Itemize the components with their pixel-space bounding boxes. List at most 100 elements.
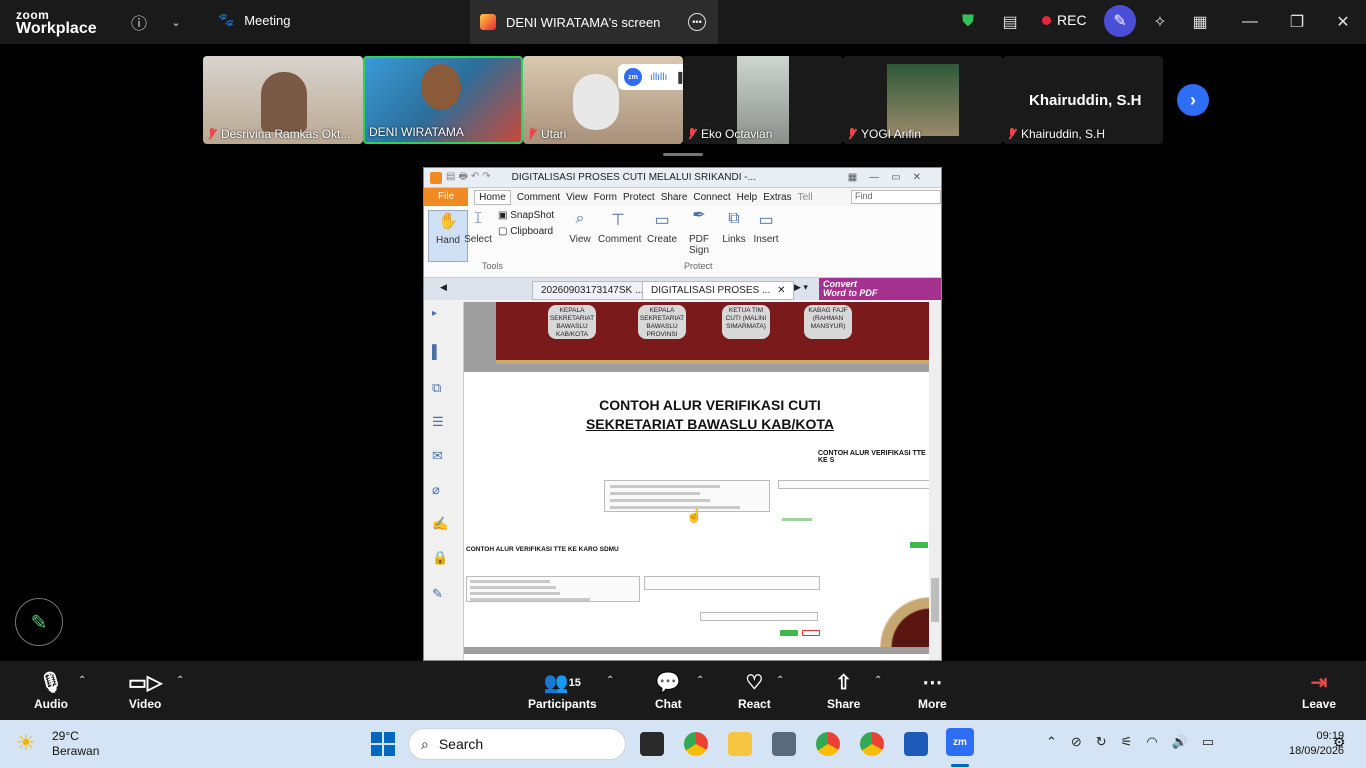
comment-button[interactable]: ⊤ Comment bbox=[598, 210, 641, 245]
chrome-profile-icon[interactable] bbox=[816, 732, 840, 756]
convert-word-to-pdf-banner[interactable]: Convert Word to PDF bbox=[819, 278, 941, 300]
pdf-sign-button[interactable]: ✒ PDF Sign bbox=[679, 208, 719, 257]
tell-label[interactable]: Tell bbox=[798, 192, 813, 203]
signature-icon[interactable]: ✍ bbox=[432, 516, 448, 531]
panel-expand-icon[interactable]: ▸ bbox=[432, 308, 448, 322]
security-lock-icon[interactable]: 🔒 bbox=[432, 550, 448, 565]
audio-button[interactable]: 🎙 Audio bbox=[34, 671, 68, 711]
strip-resize-handle[interactable] bbox=[663, 153, 703, 156]
annotate-pen-button[interactable]: ✎ bbox=[15, 598, 63, 646]
clipboard-button[interactable]: ▢ Clipboard bbox=[498, 226, 553, 237]
system-tray-icons[interactable]: ⌃⊘↻⚟◠🔊▭ bbox=[1046, 734, 1228, 750]
chevron-down-icon[interactable]: ⌄ bbox=[164, 10, 188, 34]
attachment-icon[interactable]: ⌀ bbox=[432, 482, 448, 497]
chrome-icon[interactable] bbox=[684, 732, 708, 756]
heart-icon: ♡ bbox=[745, 672, 764, 694]
participants-options-chevron-icon[interactable]: ⌃ bbox=[606, 675, 614, 686]
tab-scroll-left-icon[interactable]: ◀ bbox=[440, 282, 447, 293]
menu-connect[interactable]: Connect bbox=[693, 192, 730, 203]
notes-icon[interactable]: ▤ bbox=[998, 10, 1022, 34]
tab-scroll-right-icon[interactable]: ▶ ▾ bbox=[794, 282, 808, 293]
presenter-app-icon bbox=[480, 14, 496, 30]
taskbar-search-box[interactable]: ⌕ Search bbox=[408, 728, 626, 760]
pages-icon[interactable]: ⧉ bbox=[432, 380, 448, 395]
tab-document-2[interactable]: DIGITALISASI PROSES ... ✕ bbox=[642, 281, 795, 300]
weather-widget[interactable]: 29°C Berawan bbox=[52, 729, 99, 759]
window-controls-icon[interactable]: ▦—▭✕ bbox=[848, 172, 933, 183]
vertical-scrollbar[interactable] bbox=[929, 302, 941, 660]
next-page-arrow-icon[interactable]: › bbox=[1177, 84, 1209, 116]
more-options-icon[interactable]: ••• bbox=[688, 13, 706, 31]
participant-tile[interactable]: Khairuddin, S.H Khairuddin, S.H bbox=[1003, 56, 1163, 144]
grid-view-icon[interactable]: ▦ bbox=[1188, 10, 1212, 34]
shield-check-icon[interactable]: ⛊ bbox=[956, 10, 980, 34]
notification-icon[interactable]: ⚙ bbox=[1333, 734, 1346, 751]
audio-options-chevron-icon[interactable]: ⌃ bbox=[78, 675, 86, 686]
participant-tile[interactable]: Desrivina Ramkas Okt... bbox=[203, 56, 363, 144]
create-button[interactable]: ▭ Create bbox=[642, 210, 682, 245]
more-button[interactable]: ⋯ More bbox=[918, 671, 947, 711]
close-icon[interactable]: ✕ bbox=[1331, 10, 1355, 34]
file-explorer-icon[interactable] bbox=[728, 732, 752, 756]
windows-start-icon[interactable] bbox=[371, 732, 395, 756]
chat-button[interactable]: 💬 Chat bbox=[655, 671, 682, 711]
tab-document-1[interactable]: 20260903173147SK ... bbox=[532, 281, 653, 300]
menu-share[interactable]: Share bbox=[661, 192, 688, 203]
select-tool-button[interactable]: 𝙸 Select bbox=[458, 210, 498, 245]
participant-video bbox=[887, 64, 959, 136]
find-input[interactable]: Find bbox=[851, 190, 941, 204]
menu-extras[interactable]: Extras bbox=[763, 192, 791, 203]
tab-close-icon[interactable]: ✕ bbox=[777, 285, 785, 296]
participant-tile[interactable]: YOGI Arifin bbox=[843, 56, 1003, 144]
react-button[interactable]: ♡ React bbox=[738, 671, 771, 711]
word-icon[interactable] bbox=[904, 732, 928, 756]
meeting-button[interactable]: 🐾 Meeting bbox=[218, 12, 290, 28]
menu-home[interactable]: Home bbox=[474, 189, 511, 205]
share-button[interactable]: ⇧ Share bbox=[827, 671, 860, 711]
layers-icon[interactable]: ☰ bbox=[432, 414, 448, 429]
section-title: CONTOH ALUR VERIFIKASI TTE KE KARO SDMU bbox=[466, 546, 619, 553]
participant-name: Utari bbox=[541, 127, 567, 141]
menu-file[interactable]: File bbox=[424, 188, 469, 206]
insert-button[interactable]: ▭ Insert bbox=[746, 210, 786, 245]
edit-tools-icon[interactable]: ✎ bbox=[432, 586, 448, 601]
menu-protect[interactable]: Protect bbox=[623, 192, 655, 203]
share-screen-icon: ⇧ bbox=[835, 672, 853, 694]
mic-muted-icon bbox=[847, 128, 857, 140]
restore-icon[interactable]: ❐ bbox=[1285, 10, 1309, 34]
chrome-profile-2-icon[interactable] bbox=[860, 732, 884, 756]
view-button[interactable]: ⌕ View bbox=[560, 210, 600, 245]
react-options-chevron-icon[interactable]: ⌃ bbox=[776, 675, 784, 686]
bookmark-icon[interactable]: ▌ bbox=[432, 344, 448, 359]
comments-icon[interactable]: ✉ bbox=[432, 448, 448, 463]
shared-screen-tab[interactable]: DENI WIRATAMA's screen ••• bbox=[470, 0, 718, 44]
participant-tile-active-speaker[interactable]: DENI WIRATAMA bbox=[363, 56, 523, 144]
snapshot-button[interactable]: ▣ SnapShot bbox=[498, 210, 554, 221]
menu-form[interactable]: Form bbox=[594, 192, 617, 203]
menu-comment[interactable]: Comment bbox=[517, 192, 560, 203]
participants-button[interactable]: 👥15 Participants bbox=[528, 671, 597, 711]
recording-indicator[interactable]: REC bbox=[1042, 12, 1087, 28]
ai-companion-icon[interactable]: ✎ bbox=[1104, 5, 1136, 37]
info-icon[interactable]: ⓘ bbox=[127, 10, 151, 34]
pdf-document-area[interactable]: KEPALA SEKRETARIAT BAWASLU KAB/KOTA KEPA… bbox=[464, 302, 930, 660]
scrollbar-thumb[interactable] bbox=[931, 578, 939, 622]
chat-options-chevron-icon[interactable]: ⌃ bbox=[696, 675, 704, 686]
menu-view[interactable]: View bbox=[566, 192, 588, 203]
weather-sun-icon[interactable]: ☀ bbox=[16, 730, 36, 756]
quick-access-icons[interactable]: ▤🖶↶↷ bbox=[446, 169, 494, 186]
sparkle-icon[interactable]: ✧ bbox=[1148, 10, 1172, 34]
video-options-chevron-icon[interactable]: ⌃ bbox=[176, 675, 184, 686]
flow-box: KETUA TIM CUTI (MALINI SIMARMATA) bbox=[722, 305, 770, 339]
leave-button[interactable]: ⇥ Leave bbox=[1302, 671, 1336, 711]
participant-tile[interactable]: Eko Octavian bbox=[683, 56, 843, 144]
share-options-chevron-icon[interactable]: ⌃ bbox=[874, 675, 882, 686]
section-title: CONTOH ALUR VERIFIKASI TTE KE S bbox=[818, 450, 926, 464]
menu-help[interactable]: Help bbox=[737, 192, 758, 203]
task-view-icon[interactable] bbox=[640, 732, 664, 756]
zoom-app-icon[interactable]: zm bbox=[946, 728, 974, 756]
minimize-icon[interactable]: — bbox=[1238, 10, 1262, 34]
participant-name: Desrivina Ramkas Okt... bbox=[221, 127, 351, 141]
snipping-tool-icon[interactable] bbox=[772, 732, 796, 756]
video-button[interactable]: ▭▷ Video bbox=[128, 671, 162, 711]
